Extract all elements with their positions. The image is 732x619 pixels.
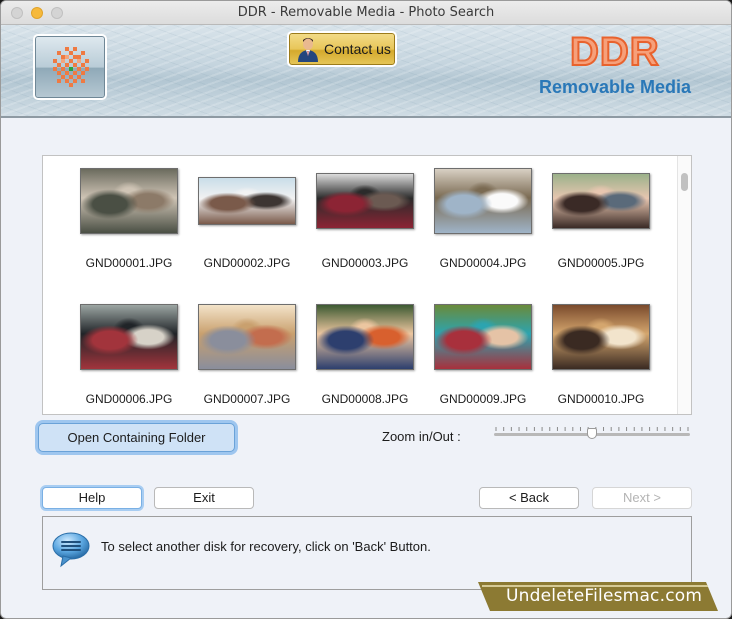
zoom-slider-knob[interactable]	[587, 428, 597, 439]
contact-us-label: Contact us	[324, 41, 391, 57]
contact-us-button[interactable]: Contact us	[287, 31, 397, 67]
brand-subtitle: Removable Media	[539, 77, 692, 97]
photo-filename: GND00003.JPG	[321, 256, 409, 270]
photo-item[interactable]: GND00001.JPG	[70, 156, 188, 416]
photo-gallery: GND00001.JPG GND00002.JPG GND00003.JPG GND0…	[42, 155, 692, 415]
window-title: DDR - Removable Media - Photo Search	[237, 5, 495, 20]
photo-filename: GND00001.JPG	[85, 256, 173, 270]
photo-filename: GND00005.JPG	[557, 256, 645, 270]
photo-thumbnail[interactable]	[80, 168, 178, 234]
brand-name: DDR	[569, 29, 660, 75]
title-bar: DDR - Removable Media - Photo Search	[1, 1, 731, 25]
photo-thumbnail[interactable]	[434, 304, 532, 370]
zoom-slider[interactable]	[492, 425, 692, 443]
photo-thumbnail[interactable]	[316, 173, 414, 229]
header-banner: Contact us DDR Removable Media	[1, 25, 731, 118]
photo-thumbnail[interactable]	[198, 304, 296, 370]
ddr-checker-logo-icon	[53, 47, 89, 87]
info-panel: To select another disk for recovery, cli…	[42, 516, 692, 590]
speech-bubble-icon	[52, 532, 90, 568]
open-containing-folder-button[interactable]: Open Containing Folder	[38, 423, 235, 452]
next-button: Next >	[592, 487, 692, 509]
gallery-scrollbar[interactable]	[677, 156, 691, 414]
app-window: DDR - Removable Media - Photo Search Con…	[0, 0, 732, 619]
photo-item[interactable]: GND00005.JPG	[542, 156, 660, 416]
photo-filename: GND00007.JPG	[203, 392, 291, 406]
photo-thumbnail[interactable]	[552, 173, 650, 229]
back-button[interactable]: < Back	[479, 487, 579, 509]
photo-thumbnail[interactable]	[434, 168, 532, 234]
photo-filename: GND00004.JPG	[439, 256, 527, 270]
help-button[interactable]: Help	[42, 487, 142, 509]
photo-item[interactable]: GND00002.JPG	[188, 156, 306, 416]
watermark-text: UndeleteFilesmac.com	[506, 586, 703, 606]
photo-thumbnail[interactable]	[316, 304, 414, 370]
support-person-icon	[298, 38, 318, 62]
photo-thumbnail[interactable]	[198, 177, 296, 225]
photo-thumbnail[interactable]	[552, 304, 650, 370]
photo-item[interactable]: GND00003.JPG	[306, 156, 424, 416]
zoom-label: Zoom in/Out :	[382, 429, 461, 444]
scrollbar-thumb[interactable]	[681, 173, 688, 191]
exit-button[interactable]: Exit	[154, 487, 254, 509]
photo-thumbnail[interactable]	[80, 304, 178, 370]
photo-filename: GND00010.JPG	[557, 392, 645, 406]
photo-filename: GND00002.JPG	[203, 256, 291, 270]
info-message: To select another disk for recovery, cli…	[101, 539, 431, 554]
photo-filename: GND00006.JPG	[85, 392, 173, 406]
photo-filename: GND00009.JPG	[439, 392, 527, 406]
app-logo[interactable]	[33, 34, 107, 100]
watermark-banner: UndeleteFilesmac.com	[478, 580, 718, 611]
photo-filename: GND00008.JPG	[321, 392, 409, 406]
photo-item[interactable]: GND00004.JPG	[424, 156, 542, 416]
